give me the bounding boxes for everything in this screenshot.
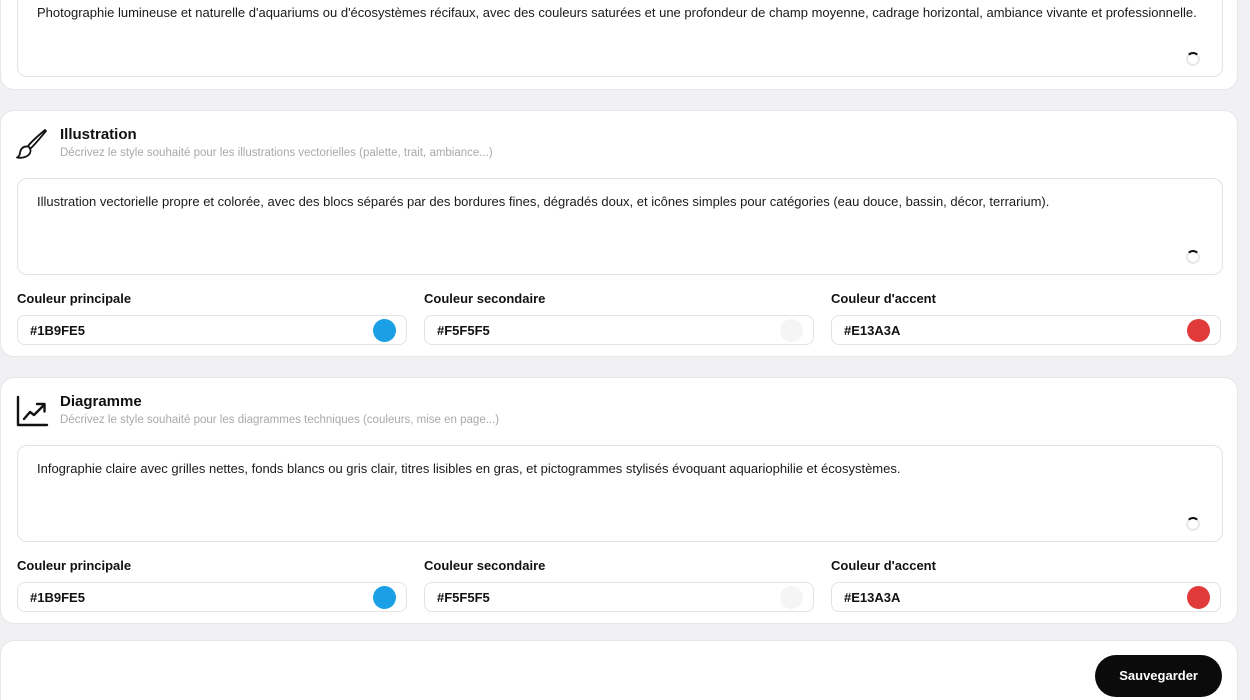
primary-color-swatch[interactable] xyxy=(373,586,396,609)
photo-style-textarea[interactable]: Photographie lumineuse et naturelle d'aq… xyxy=(17,0,1223,77)
loading-spinner-icon xyxy=(1186,52,1200,66)
diagram-style-card: Diagramme Décrivez le style souhaité pou… xyxy=(0,377,1238,624)
secondary-color-swatch[interactable] xyxy=(780,319,803,342)
save-button[interactable]: Sauvegarder xyxy=(1095,655,1222,697)
primary-color-label: Couleur principale xyxy=(17,291,132,306)
primary-color-label: Couleur principale xyxy=(17,558,132,573)
loading-spinner-icon xyxy=(1186,517,1200,531)
secondary-color-field[interactable]: #F5F5F5 xyxy=(424,315,814,345)
illustration-style-textarea[interactable]: Illustration vectorielle propre et color… xyxy=(17,178,1223,275)
diagram-description: Décrivez le style souhaité pour les diag… xyxy=(60,414,500,426)
primary-color-swatch[interactable] xyxy=(373,319,396,342)
loading-spinner-icon xyxy=(1186,250,1200,264)
illustration-style-card: Illustration Décrivez le style souhaité … xyxy=(0,110,1238,357)
accent-color-field[interactable]: #E13A3A xyxy=(831,315,1221,345)
actions-bar: Sauvegarder xyxy=(0,640,1238,700)
diagram-secondary-color: Couleur secondaire #F5F5F5 xyxy=(424,558,814,612)
accent-color-label: Couleur d'accent xyxy=(831,558,936,573)
accent-color-swatch[interactable] xyxy=(1187,319,1210,342)
secondary-color-label: Couleur secondaire xyxy=(424,291,546,306)
primary-color-field[interactable]: #1B9FE5 xyxy=(17,582,407,612)
secondary-color-value: #F5F5F5 xyxy=(437,323,490,338)
trending-chart-icon xyxy=(16,395,49,427)
diagram-style-text: Infographie claire avec grilles nettes, … xyxy=(37,461,901,476)
illustration-secondary-color: Couleur secondaire #F5F5F5 xyxy=(424,291,814,345)
brush-icon xyxy=(16,129,47,159)
diagram-style-textarea[interactable]: Infographie claire avec grilles nettes, … xyxy=(17,445,1223,542)
style-settings-page: Photographie lumineuse et naturelle d'aq… xyxy=(0,0,1250,700)
accent-color-value: #E13A3A xyxy=(844,590,901,605)
diagram-accent-color: Couleur d'accent #E13A3A xyxy=(831,558,1221,612)
secondary-color-label: Couleur secondaire xyxy=(424,558,546,573)
accent-color-field[interactable]: #E13A3A xyxy=(831,582,1221,612)
accent-color-swatch[interactable] xyxy=(1187,586,1210,609)
illustration-title: Illustration xyxy=(60,126,137,143)
photo-style-card: Photographie lumineuse et naturelle d'aq… xyxy=(0,0,1238,90)
primary-color-value: #1B9FE5 xyxy=(30,590,85,605)
secondary-color-value: #F5F5F5 xyxy=(437,590,490,605)
accent-color-label: Couleur d'accent xyxy=(831,291,936,306)
photo-style-text: Photographie lumineuse et naturelle d'aq… xyxy=(37,5,1197,20)
diagram-title: Diagramme xyxy=(60,393,142,410)
illustration-primary-color: Couleur principale #1B9FE5 xyxy=(17,291,407,345)
accent-color-value: #E13A3A xyxy=(844,323,901,338)
primary-color-field[interactable]: #1B9FE5 xyxy=(17,315,407,345)
secondary-color-swatch[interactable] xyxy=(780,586,803,609)
secondary-color-field[interactable]: #F5F5F5 xyxy=(424,582,814,612)
diagram-primary-color: Couleur principale #1B9FE5 xyxy=(17,558,407,612)
illustration-style-text: Illustration vectorielle propre et color… xyxy=(37,194,1050,209)
illustration-description: Décrivez le style souhaité pour les illu… xyxy=(60,147,493,159)
illustration-accent-color: Couleur d'accent #E13A3A xyxy=(831,291,1221,345)
primary-color-value: #1B9FE5 xyxy=(30,323,85,338)
